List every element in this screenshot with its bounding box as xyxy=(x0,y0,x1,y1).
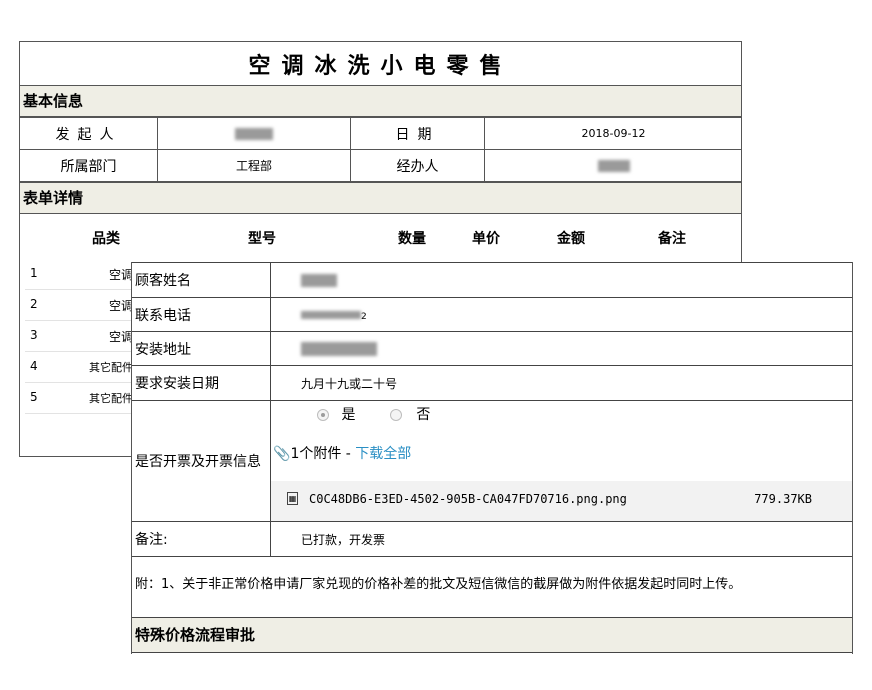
header-remark: 备注 xyxy=(658,231,686,247)
attachment-count: 1个附件 - xyxy=(290,446,356,462)
download-all-link[interactable]: 下载全部 xyxy=(355,446,411,462)
attachment-file-name[interactable]: C0C48DB6-E3ED-4502-905B-CA047FD70716.png… xyxy=(309,492,627,506)
phone-visible-tail: 2 xyxy=(361,311,367,322)
radio-yes-label: 是 xyxy=(341,407,356,423)
header-quantity: 数量 xyxy=(398,231,426,247)
customer-info-panel: 顾客姓名 联系电话 2 安装地址 要求安装日期 九月十九或二十号 是否开票及开票… xyxy=(131,262,853,654)
handler-value xyxy=(484,149,742,182)
row-category: 空调 xyxy=(108,330,133,344)
header-unit-price: 单价 xyxy=(472,231,500,247)
row-category: 其它配件 xyxy=(89,361,133,374)
radio-yes[interactable] xyxy=(317,409,329,421)
paperclip-icon: 📎 xyxy=(273,446,291,462)
table-row: 1 空调 xyxy=(25,259,133,290)
install-date-value: 九月十九或二十号 xyxy=(270,365,852,401)
table-row: 5 其它配件 xyxy=(25,383,133,414)
section-basic-info: 基本信息 xyxy=(20,85,741,117)
table-row: 4 其它配件 xyxy=(25,352,133,383)
basic-info-table: 发起人 日期 2018-09-12 所属部门 工程部 经办人 xyxy=(20,117,742,182)
attachment-file-size: 779.37KB xyxy=(754,492,812,506)
customer-name-value xyxy=(270,262,852,298)
row-number: 3 xyxy=(30,328,38,342)
redacted-phone xyxy=(301,310,361,319)
address-label: 安装地址 xyxy=(132,331,271,366)
remark-label: 备注: xyxy=(132,521,271,557)
phone-value: 2 xyxy=(270,297,852,332)
dept-value: 工程部 xyxy=(157,149,351,182)
row-number: 5 xyxy=(30,390,38,404)
detail-table-header: 品类 型号 数量 单价 金额 备注 xyxy=(20,228,742,260)
row-number: 4 xyxy=(30,359,38,373)
row-number: 2 xyxy=(30,297,38,311)
header-category: 品类 xyxy=(92,231,120,247)
address-value xyxy=(270,331,852,366)
image-file-icon: ▦ xyxy=(287,492,298,505)
form-title: 空调冰洗小电零售 xyxy=(248,53,513,79)
header-model: 型号 xyxy=(248,231,276,247)
attachment-summary: 📎1个附件 - 下载全部 xyxy=(271,429,852,481)
redacted-handler xyxy=(597,159,630,172)
date-label: 日期 xyxy=(350,117,485,150)
row-category: 空调 xyxy=(108,299,133,313)
date-value: 2018-09-12 xyxy=(484,117,742,150)
radio-no-label: 否 xyxy=(416,407,431,423)
initiator-label: 发起人 xyxy=(20,117,158,150)
row-category: 其它配件 xyxy=(89,392,133,405)
section-form-detail: 表单详情 xyxy=(20,182,741,214)
radio-no[interactable] xyxy=(389,409,402,421)
initiator-value xyxy=(157,117,351,150)
header-amount: 金额 xyxy=(557,231,585,247)
remark-value: 已打款，开发票 xyxy=(270,521,852,557)
phone-label: 联系电话 xyxy=(132,297,271,332)
row-number: 1 xyxy=(30,266,38,280)
redacted-address xyxy=(301,341,377,356)
row-category: 空调 xyxy=(108,268,133,282)
attachment-file-row[interactable]: ▦ C0C48DB6-E3ED-4502-905B-CA047FD70716.p… xyxy=(271,481,852,521)
invoice-label: 是否开票及开票信息 xyxy=(132,400,271,522)
install-date-label: 要求安装日期 xyxy=(132,365,271,401)
handler-label: 经办人 xyxy=(350,149,485,182)
redacted-initiator xyxy=(235,127,273,140)
invoice-value: 是 否 📎1个附件 - 下载全部 ▦ C0C48DB6-E3ED-4502-90… xyxy=(270,400,852,522)
attachment-note: 附：1、关于非正常价格申请厂家兑现的价格补差的批文及短信微信的截屏做为附件依据发… xyxy=(135,577,742,592)
section-special-price-approval: 特殊价格流程审批 xyxy=(132,617,852,653)
invoice-radio-group: 是 否 xyxy=(271,401,852,429)
customer-name-label: 顾客姓名 xyxy=(132,262,271,298)
dept-label: 所属部门 xyxy=(20,149,158,182)
table-row: 3 空调 xyxy=(25,321,133,352)
customer-info-table: 顾客姓名 联系电话 2 安装地址 要求安装日期 九月十九或二十号 是否开票及开票… xyxy=(132,262,852,557)
table-row: 2 空调 xyxy=(25,290,133,321)
redacted-customer-name xyxy=(301,273,337,287)
detail-rows: 1 空调 2 空调 3 空调 4 其它配件 5 其它配件 xyxy=(25,259,133,414)
